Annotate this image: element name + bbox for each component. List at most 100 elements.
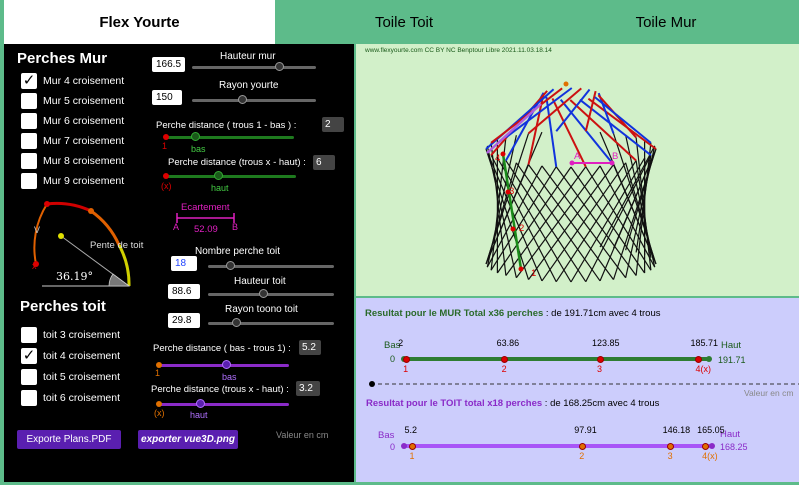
nombre-perche-toit-input[interactable]: 18 — [171, 256, 197, 271]
toit-distance-bas-knob[interactable] — [222, 360, 231, 369]
tab-toile-mur[interactable]: Toile Mur — [533, 0, 799, 44]
checkbox-label: Mur 6 croisement — [43, 115, 125, 127]
bas-label: bas — [191, 144, 206, 154]
mur-option-5[interactable]: Mur 8 croisement — [21, 153, 124, 169]
hole-distance-value: 2 — [398, 338, 404, 348]
checkbox[interactable] — [21, 153, 37, 169]
checkbox[interactable] — [21, 173, 37, 189]
mur-option-3[interactable]: Mur 6 croisement — [21, 113, 124, 129]
rayon-yourte-input[interactable]: 150 — [152, 90, 182, 105]
hole-number: 4(x) — [695, 364, 711, 374]
toit-option-2[interactable]: ✓ toit 4 croisement — [21, 348, 120, 364]
hauteur-mur-slider-knob[interactable] — [275, 62, 284, 71]
toit-trou-x-label: (x) — [154, 408, 165, 418]
trou-1-marker — [163, 134, 169, 140]
results-unit-note: Valeur en cm — [744, 388, 794, 398]
toit-distance-bas-input[interactable]: 5.2 — [299, 340, 321, 355]
toit-distance-haut-knob[interactable] — [196, 399, 205, 408]
hole-number: 2 — [501, 364, 507, 374]
export-vue3d-png-button[interactable]: exporter vue3D.png — [138, 430, 238, 449]
perche-distance-haut-knob[interactable] — [214, 171, 223, 180]
checkbox-label: toit 6 croisement — [43, 392, 121, 404]
pente-angle-value: 36.19° — [56, 270, 93, 283]
pole-point-1: 1 — [531, 268, 537, 279]
hauteur-toit-slider-knob[interactable] — [259, 289, 268, 298]
hauteur-toit-slider[interactable] — [208, 293, 334, 296]
mur-end-value: 191.71 — [718, 355, 746, 365]
perche-distance-bas-knob[interactable] — [191, 132, 200, 141]
hauteur-mur-input[interactable]: 166.5 — [152, 57, 185, 72]
perche-distance-haut-input[interactable]: 6 — [313, 155, 335, 170]
rayon-toono-toit-slider-knob[interactable] — [232, 318, 241, 327]
perche-distance-bas-slider[interactable] — [166, 136, 294, 139]
hauteur-mur-slider[interactable] — [192, 66, 316, 69]
hole-number: 4(x) — [702, 451, 718, 461]
pente-de-toit-label: Pente de toit — [90, 240, 144, 251]
hauteur-toit-label: Hauteur toit — [234, 276, 286, 287]
point-a: A — [574, 151, 581, 162]
checkbox-label: Mur 4 croisement — [43, 75, 125, 87]
hole-distance-value: 146.18 — [662, 425, 691, 435]
hole-dot — [578, 443, 586, 450]
tab-label: Toile Toit — [374, 13, 434, 31]
rayon-toono-toit-slider[interactable] — [208, 322, 334, 325]
toit-distance-bas-label: Perche distance ( bas - trous 1) : — [153, 343, 291, 354]
toit-bas-label: bas — [222, 372, 237, 382]
hole-dot — [701, 443, 709, 450]
toit-option-4[interactable]: toit 6 croisement — [21, 390, 120, 406]
checkbox[interactable] — [21, 133, 37, 149]
tab-toile-toit[interactable]: Toile Toit — [275, 0, 533, 44]
perche-distance-haut-label: Perche distance (trous x - haut) : — [168, 157, 306, 168]
rayon-yourte-slider[interactable] — [192, 99, 316, 102]
checkbox[interactable] — [21, 93, 37, 109]
toit-option-1[interactable]: toit 3 croisement — [21, 327, 120, 343]
checkbox[interactable] — [21, 369, 37, 385]
checkbox-checked[interactable]: ✓ — [21, 348, 37, 364]
nombre-perche-toit-label: Nombre perche toit — [195, 246, 281, 257]
checkbox[interactable] — [21, 327, 37, 343]
rayon-yourte-label: Rayon yourte — [219, 80, 279, 91]
hole-dot — [409, 443, 417, 450]
mur-option-6[interactable]: Mur 9 croisement — [21, 173, 124, 189]
rayon-toono-toit-input[interactable]: 29.8 — [168, 313, 200, 328]
export-plans-pdf-button[interactable]: Exporte Plans.PDF — [17, 430, 121, 449]
trou-1-label: 1 — [162, 141, 168, 151]
haut-label: haut — [211, 183, 229, 193]
results-panel: Resultat pour le MUR Total x36 perches :… — [356, 298, 799, 482]
ecartement-bar — [176, 213, 235, 223]
hole-distance-value: 123.85 — [592, 338, 620, 348]
hole-dot — [596, 356, 604, 363]
toit-distance-haut-slider[interactable] — [159, 403, 289, 406]
toit-distance-haut-input[interactable]: 3.2 — [296, 381, 320, 396]
hole-distance-value: 63.86 — [496, 338, 520, 348]
pole-point-2: 2 — [519, 223, 525, 234]
yurt-3d-view[interactable]: www.flexyourte.com CC BY NC Benptour Lib… — [356, 44, 799, 296]
ecartement-b-label: B — [232, 222, 239, 232]
rayon-toono-toit-label: Rayon toono toit — [225, 304, 298, 315]
toit-option-3[interactable]: toit 5 croisement — [21, 369, 120, 385]
hauteur-toit-input[interactable]: 88.6 — [168, 284, 200, 299]
toit-pole-bar — [403, 444, 711, 448]
hole-number: 1 — [409, 451, 415, 461]
mur-option-4[interactable]: Mur 7 croisement — [21, 133, 124, 149]
mur-end-dot — [706, 356, 712, 362]
rayon-yourte-slider-knob[interactable] — [238, 95, 247, 104]
checkbox[interactable] — [21, 390, 37, 406]
tab-flex-yourte[interactable]: Flex Yourte — [4, 0, 275, 44]
mur-pole-bar — [403, 357, 708, 361]
checkbox[interactable] — [21, 113, 37, 129]
checkbox-checked[interactable]: ✓ — [21, 73, 37, 89]
hole-dot — [501, 356, 509, 363]
checkbox-label: Mur 8 croisement — [43, 155, 125, 167]
hole-dot — [402, 356, 410, 363]
trou-x-marker — [163, 173, 169, 179]
perches-toit-title: Perches toit — [20, 298, 106, 315]
nombre-perche-toit-slider-knob[interactable] — [226, 261, 235, 270]
mur-option-1[interactable]: ✓ Mur 4 croisement — [21, 73, 124, 89]
hole-number: 2 — [579, 451, 585, 461]
perche-distance-haut-slider[interactable] — [166, 175, 296, 178]
perche-distance-bas-input[interactable]: 2 — [322, 117, 344, 132]
mur-option-2[interactable]: Mur 5 croisement — [21, 93, 124, 109]
checkbox-label: Mur 9 croisement — [43, 175, 125, 187]
toit-result-title: Resultat pour le TOIT total x18 perches … — [366, 398, 660, 409]
